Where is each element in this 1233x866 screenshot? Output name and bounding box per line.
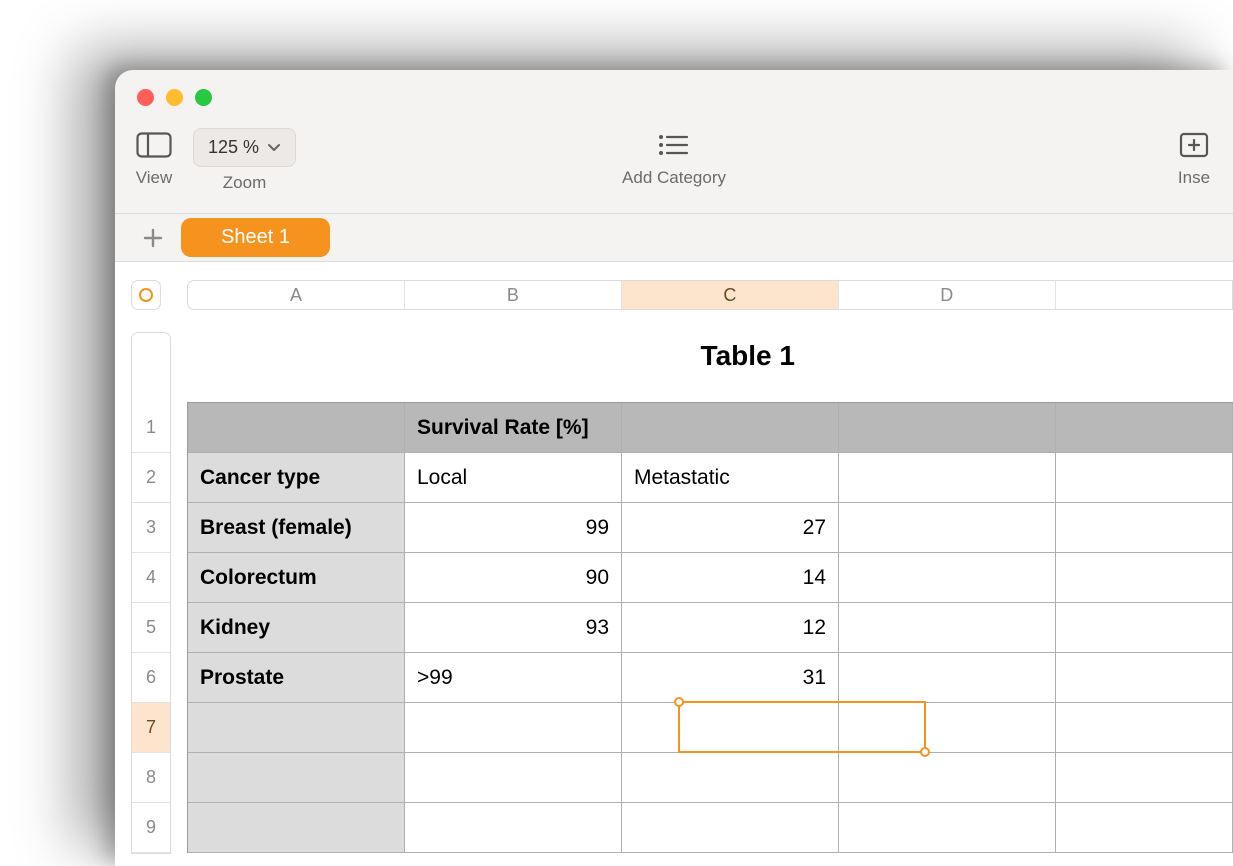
sidebar-icon <box>136 132 172 158</box>
table-title[interactable]: Table 1 <box>701 340 795 372</box>
cell-r7-c2[interactable] <box>622 703 839 753</box>
close-window-button[interactable] <box>137 89 154 106</box>
cell-r6-c3[interactable] <box>839 653 1056 703</box>
cell-r8-c1[interactable] <box>405 753 622 803</box>
insert-label: Inse <box>1178 168 1210 188</box>
cell-r9-c4[interactable] <box>1056 803 1233 853</box>
cell-r1-c0[interactable] <box>188 403 405 453</box>
cell-r9-c1[interactable] <box>405 803 622 853</box>
add-category-button[interactable] <box>653 128 695 162</box>
add-sheet-button[interactable] <box>135 220 171 256</box>
list-icon <box>657 132 691 158</box>
cell-metastatic-2[interactable]: 12 <box>622 603 839 653</box>
titlebar <box>115 70 1233 124</box>
row-label-3[interactable]: Prostate <box>188 653 405 703</box>
row-label-0[interactable]: Breast (female) <box>188 503 405 553</box>
cell-r6-c4[interactable] <box>1056 653 1233 703</box>
spreadsheet-canvas: ABCD 123456789 Table 1 Survival Rate [%]… <box>115 262 1233 866</box>
column-header-d[interactable]: D <box>839 281 1056 309</box>
row-header-3[interactable]: 3 <box>132 503 170 553</box>
cell-r3-c3[interactable] <box>839 503 1056 553</box>
row-label-1[interactable]: Colorectum <box>188 553 405 603</box>
cell-r5-c3[interactable] <box>839 603 1056 653</box>
row-header-5[interactable]: 5 <box>132 603 170 653</box>
cell-r9-c3[interactable] <box>839 803 1056 853</box>
row-header-6[interactable]: 6 <box>132 653 170 703</box>
toolbar: View 125 % Zoom Add Category <box>115 124 1233 214</box>
zoom-label: Zoom <box>223 173 266 193</box>
row-header-8[interactable]: 8 <box>132 753 170 803</box>
row-header-9[interactable]: 9 <box>132 803 170 853</box>
select-all-corner[interactable] <box>131 280 161 310</box>
cell-local-2[interactable]: 93 <box>405 603 622 653</box>
insert-button[interactable] <box>1173 128 1215 162</box>
add-category-label: Add Category <box>622 168 726 188</box>
zoom-dropdown[interactable]: 125 % <box>193 128 296 167</box>
row-headers: 123456789 <box>131 332 171 854</box>
row-header-7[interactable]: 7 <box>132 703 170 753</box>
chevron-down-icon <box>267 141 281 155</box>
minimize-window-button[interactable] <box>166 89 183 106</box>
cell-r4-c4[interactable] <box>1056 553 1233 603</box>
header-survival-rate[interactable]: Survival Rate [%] <box>405 403 622 453</box>
app-window: View 125 % Zoom Add Category <box>115 70 1233 866</box>
cell-r9-c2[interactable] <box>622 803 839 853</box>
cell-local-0[interactable]: 99 <box>405 503 622 553</box>
plus-icon <box>142 227 164 249</box>
cell-r7-c3[interactable] <box>839 703 1056 753</box>
ring-icon <box>139 288 153 302</box>
fullscreen-window-button[interactable] <box>195 89 212 106</box>
cell-r9-c0[interactable] <box>188 803 405 853</box>
column-header-a[interactable]: A <box>188 281 405 309</box>
view-label: View <box>136 168 173 188</box>
cell-r7-c4[interactable] <box>1056 703 1233 753</box>
row-header-1[interactable]: 1 <box>132 403 170 453</box>
header-cancer-type[interactable]: Cancer type <box>188 453 405 503</box>
sheet-tab-bar: Sheet 1 <box>115 214 1233 262</box>
cell-r8-c2[interactable] <box>622 753 839 803</box>
cell-metastatic-0[interactable]: 27 <box>622 503 839 553</box>
cell-r8-c0[interactable] <box>188 753 405 803</box>
header-metastatic[interactable]: Metastatic <box>622 453 839 503</box>
column-header-partial[interactable] <box>1056 281 1232 309</box>
row-label-2[interactable]: Kidney <box>188 603 405 653</box>
view-button[interactable] <box>133 128 175 162</box>
cell-r1-c3[interactable] <box>839 403 1056 453</box>
cell-r1-c4[interactable] <box>1056 403 1233 453</box>
cell-local-1[interactable]: 90 <box>405 553 622 603</box>
cell-r7-c1[interactable] <box>405 703 622 753</box>
header-local[interactable]: Local <box>405 453 622 503</box>
table-grid: Survival Rate [%]Cancer typeLocalMetasta… <box>187 402 1233 853</box>
cell-r1-c2[interactable] <box>622 403 839 453</box>
cell-metastatic-1[interactable]: 14 <box>622 553 839 603</box>
zoom-value: 125 % <box>208 137 259 158</box>
cell-r2-c3[interactable] <box>839 453 1056 503</box>
cell-r5-c4[interactable] <box>1056 603 1233 653</box>
row-header-2[interactable]: 2 <box>132 453 170 503</box>
cell-r7-c0[interactable] <box>188 703 405 753</box>
cell-r2-c4[interactable] <box>1056 453 1233 503</box>
insert-icon <box>1179 132 1209 158</box>
cell-metastatic-3[interactable]: 31 <box>622 653 839 703</box>
cell-r8-c4[interactable] <box>1056 753 1233 803</box>
column-header-c[interactable]: C <box>622 281 839 309</box>
row-header-4[interactable]: 4 <box>132 553 170 603</box>
column-header-b[interactable]: B <box>405 281 622 309</box>
sheet-tab-active[interactable]: Sheet 1 <box>181 218 330 257</box>
column-headers: ABCD <box>187 280 1233 310</box>
cell-r3-c4[interactable] <box>1056 503 1233 553</box>
cell-r8-c3[interactable] <box>839 753 1056 803</box>
cell-local-3[interactable]: >99 <box>405 653 622 703</box>
cell-r4-c3[interactable] <box>839 553 1056 603</box>
